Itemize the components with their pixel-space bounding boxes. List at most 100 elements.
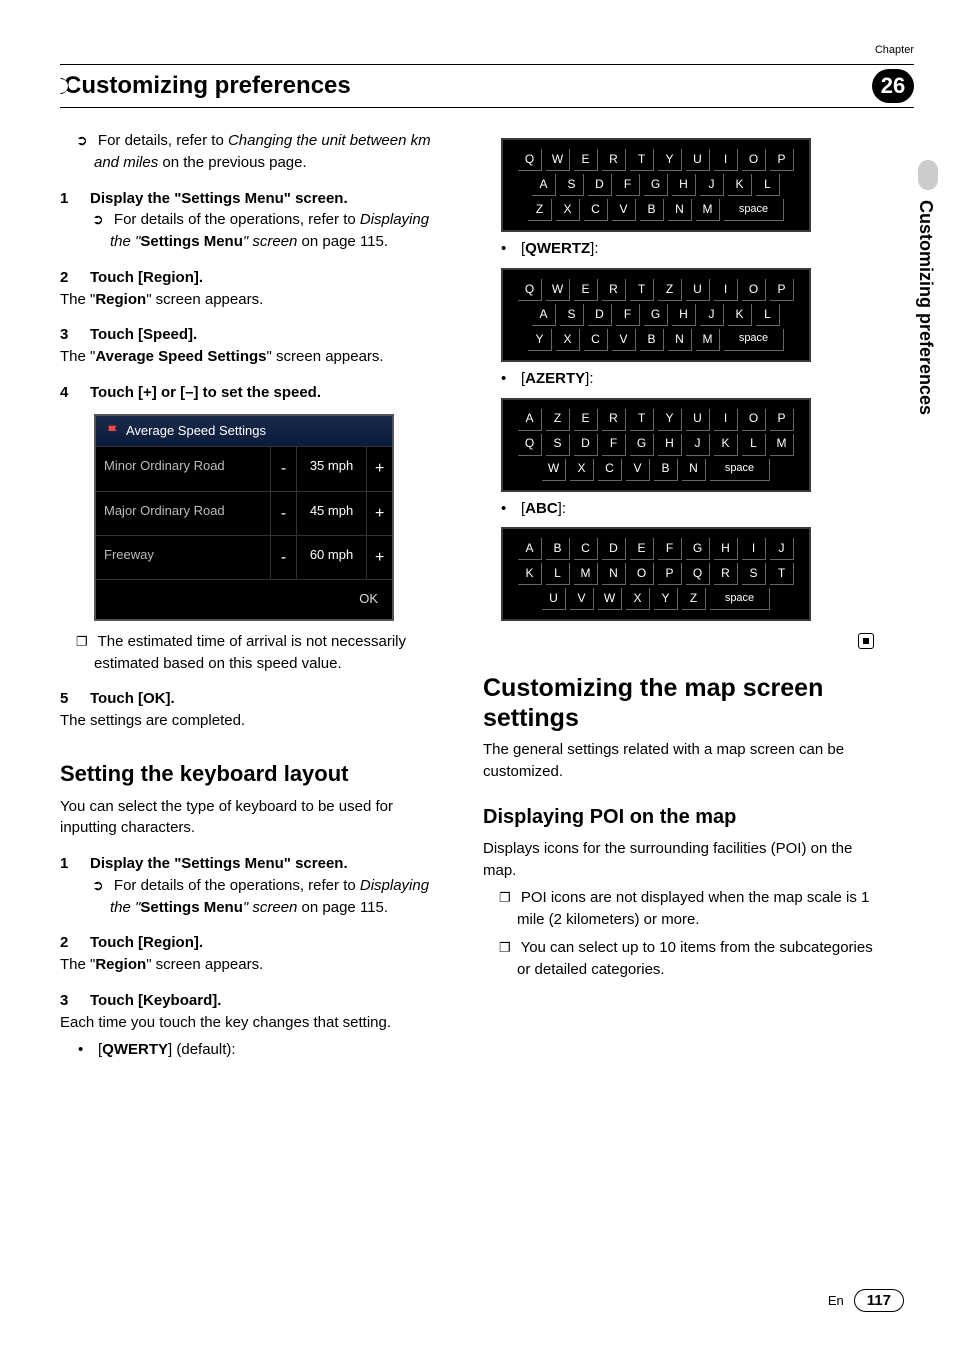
keyboard-key[interactable]: G	[686, 538, 710, 560]
keyboard-key[interactable]: X	[556, 329, 580, 351]
keyboard-key[interactable]: B	[654, 459, 678, 481]
keyboard-key[interactable]: P	[770, 279, 794, 301]
keyboard-key[interactable]: Y	[658, 149, 682, 171]
keyboard-key[interactable]: I	[714, 279, 738, 301]
keyboard-key[interactable]: J	[700, 174, 724, 196]
keyboard-key[interactable]: T	[630, 149, 654, 171]
plus-button[interactable]: +	[366, 447, 392, 490]
keyboard-key[interactable]: D	[602, 538, 626, 560]
keyboard-key[interactable]: V	[612, 199, 636, 221]
keyboard-key[interactable]: B	[546, 538, 570, 560]
keyboard-key[interactable]: Y	[528, 329, 552, 351]
keyboard-key[interactable]: U	[686, 409, 710, 431]
keyboard-key[interactable]: H	[714, 538, 738, 560]
minus-button[interactable]: -	[270, 492, 296, 535]
keyboard-key[interactable]: X	[626, 588, 650, 610]
plus-button[interactable]: +	[366, 536, 392, 579]
keyboard-key[interactable]: L	[756, 304, 780, 326]
keyboard-key[interactable]: space	[710, 588, 770, 610]
keyboard-key[interactable]: E	[574, 409, 598, 431]
keyboard-key[interactable]: N	[682, 459, 706, 481]
keyboard-key[interactable]: Q	[518, 149, 542, 171]
keyboard-key[interactable]: R	[602, 149, 626, 171]
keyboard-key[interactable]: N	[668, 329, 692, 351]
keyboard-key[interactable]: K	[518, 563, 542, 585]
keyboard-key[interactable]: T	[770, 563, 794, 585]
ok-button[interactable]: OK	[96, 579, 392, 619]
keyboard-key[interactable]: I	[714, 409, 738, 431]
keyboard-key[interactable]: V	[626, 459, 650, 481]
keyboard-key[interactable]: Z	[682, 588, 706, 610]
keyboard-key[interactable]: U	[686, 149, 710, 171]
keyboard-key[interactable]: Y	[658, 409, 682, 431]
keyboard-key[interactable]: D	[588, 174, 612, 196]
keyboard-key[interactable]: A	[518, 538, 542, 560]
keyboard-key[interactable]: E	[574, 149, 598, 171]
keyboard-key[interactable]: space	[724, 199, 784, 221]
keyboard-key[interactable]: L	[742, 434, 766, 456]
keyboard-key[interactable]: R	[602, 279, 626, 301]
keyboard-key[interactable]: M	[574, 563, 598, 585]
minus-button[interactable]: -	[270, 536, 296, 579]
keyboard-key[interactable]: L	[756, 174, 780, 196]
keyboard-key[interactable]: M	[696, 329, 720, 351]
keyboard-key[interactable]: M	[696, 199, 720, 221]
keyboard-key[interactable]: H	[672, 174, 696, 196]
keyboard-key[interactable]: R	[602, 409, 626, 431]
keyboard-key[interactable]: C	[574, 538, 598, 560]
keyboard-key[interactable]: G	[644, 174, 668, 196]
keyboard-key[interactable]: A	[532, 174, 556, 196]
keyboard-key[interactable]: F	[602, 434, 626, 456]
keyboard-key[interactable]: P	[658, 563, 682, 585]
keyboard-key[interactable]: M	[770, 434, 794, 456]
keyboard-key[interactable]: space	[710, 459, 770, 481]
keyboard-key[interactable]: V	[612, 329, 636, 351]
keyboard-key[interactable]: F	[658, 538, 682, 560]
keyboard-key[interactable]: S	[742, 563, 766, 585]
keyboard-key[interactable]: K	[714, 434, 738, 456]
keyboard-key[interactable]: J	[686, 434, 710, 456]
keyboard-key[interactable]: B	[640, 329, 664, 351]
keyboard-key[interactable]: O	[742, 279, 766, 301]
keyboard-key[interactable]: S	[560, 174, 584, 196]
keyboard-key[interactable]: A	[532, 304, 556, 326]
keyboard-key[interactable]: O	[742, 409, 766, 431]
keyboard-key[interactable]: Z	[658, 279, 682, 301]
keyboard-key[interactable]: D	[588, 304, 612, 326]
keyboard-key[interactable]: Q	[518, 279, 542, 301]
keyboard-key[interactable]: O	[742, 149, 766, 171]
keyboard-key[interactable]: D	[574, 434, 598, 456]
keyboard-key[interactable]: S	[560, 304, 584, 326]
keyboard-key[interactable]: Q	[518, 434, 542, 456]
keyboard-key[interactable]: G	[644, 304, 668, 326]
keyboard-key[interactable]: O	[630, 563, 654, 585]
keyboard-key[interactable]: P	[770, 409, 794, 431]
keyboard-key[interactable]: U	[542, 588, 566, 610]
keyboard-key[interactable]: Q	[686, 563, 710, 585]
keyboard-key[interactable]: K	[728, 304, 752, 326]
keyboard-key[interactable]: U	[686, 279, 710, 301]
keyboard-key[interactable]: W	[546, 149, 570, 171]
keyboard-key[interactable]: P	[770, 149, 794, 171]
keyboard-key[interactable]: L	[546, 563, 570, 585]
keyboard-key[interactable]: X	[570, 459, 594, 481]
keyboard-key[interactable]: N	[668, 199, 692, 221]
keyboard-key[interactable]: W	[542, 459, 566, 481]
keyboard-key[interactable]: N	[602, 563, 626, 585]
keyboard-key[interactable]: J	[770, 538, 794, 560]
keyboard-key[interactable]: F	[616, 174, 640, 196]
keyboard-key[interactable]: Z	[546, 409, 570, 431]
keyboard-key[interactable]: J	[700, 304, 724, 326]
keyboard-key[interactable]: B	[640, 199, 664, 221]
keyboard-key[interactable]: T	[630, 279, 654, 301]
keyboard-key[interactable]: E	[574, 279, 598, 301]
keyboard-key[interactable]: H	[672, 304, 696, 326]
plus-button[interactable]: +	[366, 492, 392, 535]
keyboard-key[interactable]: C	[584, 329, 608, 351]
keyboard-key[interactable]: G	[630, 434, 654, 456]
keyboard-key[interactable]: C	[584, 199, 608, 221]
keyboard-key[interactable]: K	[728, 174, 752, 196]
keyboard-key[interactable]: V	[570, 588, 594, 610]
keyboard-key[interactable]: C	[598, 459, 622, 481]
keyboard-key[interactable]: H	[658, 434, 682, 456]
